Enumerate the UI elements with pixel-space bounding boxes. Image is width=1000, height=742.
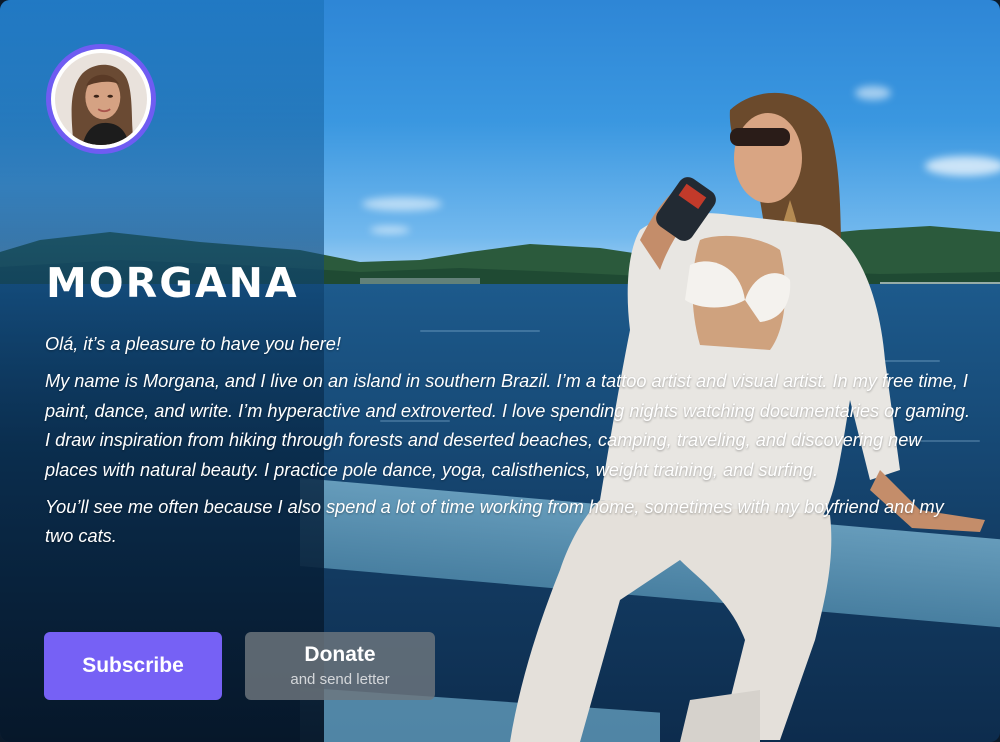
donate-sublabel: and send letter	[290, 671, 390, 688]
bio-greeting: Olá, it’s a pleasure to have you here!	[45, 334, 341, 354]
avatar-photo	[55, 53, 147, 145]
profile-bio: Olá, it’s a pleasure to have you here! M…	[45, 330, 975, 560]
donate-button[interactable]: Donate and send letter	[245, 632, 435, 700]
bio-paragraph: My name is Morgana, and I live on an isl…	[45, 371, 971, 480]
avatar-ring-inner	[51, 49, 151, 149]
donate-label: Donate	[304, 643, 376, 666]
subscribe-button[interactable]: Subscribe	[44, 632, 222, 700]
bio-paragraph: You’ll see me often because I also spend…	[45, 497, 944, 547]
profile-card: MORGANA Olá, it’s a pleasure to have you…	[0, 0, 1000, 742]
profile-name: MORGANA	[46, 259, 299, 307]
avatar	[46, 44, 156, 154]
